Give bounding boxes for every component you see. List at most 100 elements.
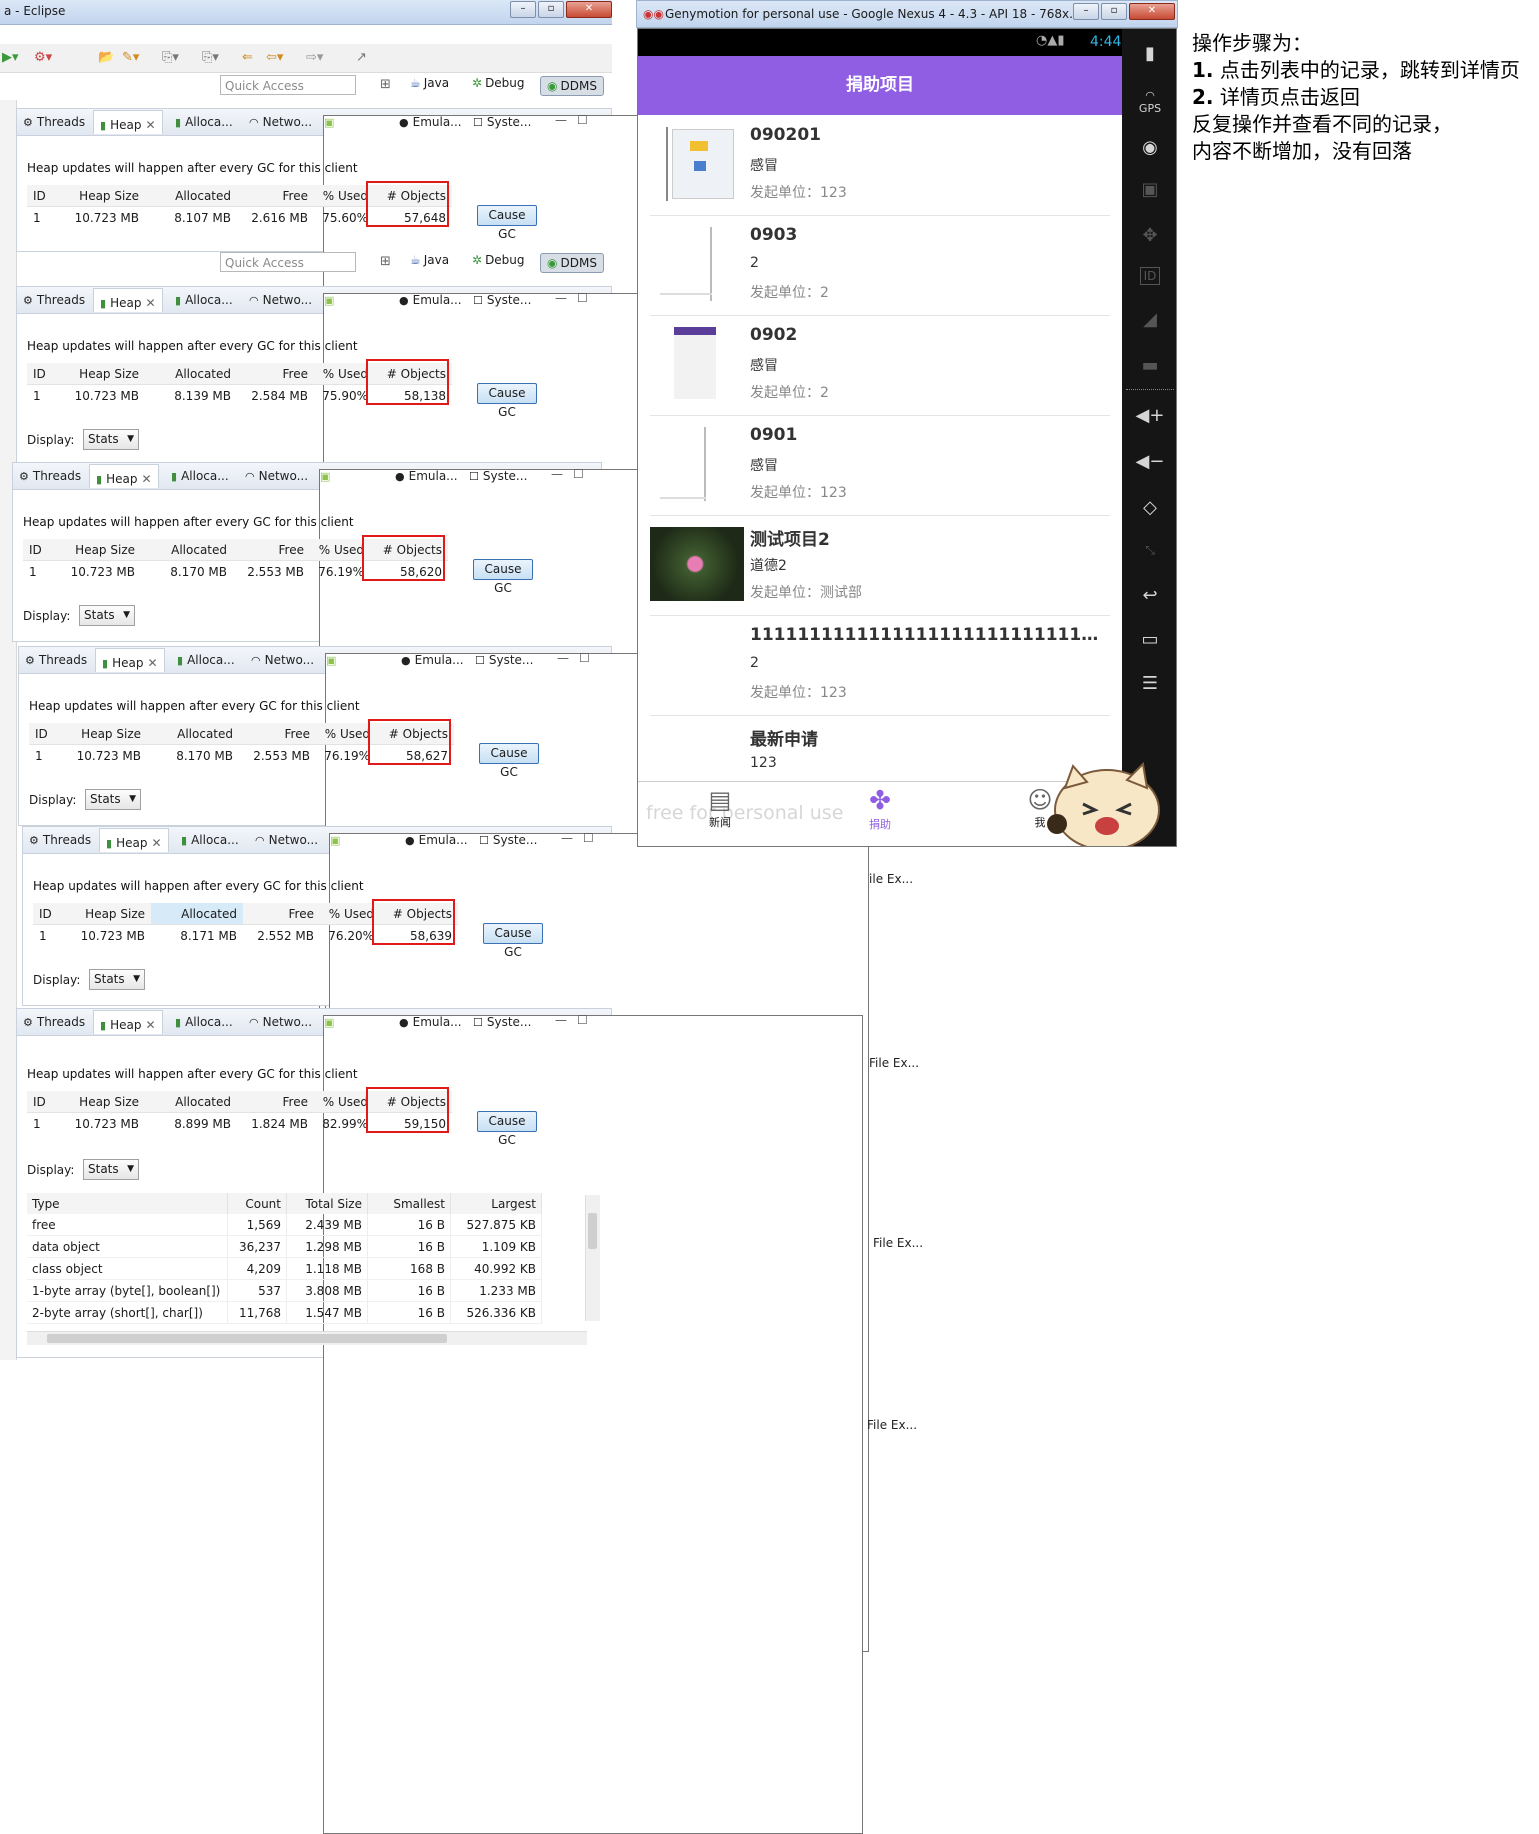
- tab-network[interactable]: ◠ Netwo...: [249, 293, 312, 307]
- tab-network[interactable]: ◠ Netwo...: [249, 115, 312, 129]
- camera-icon[interactable]: ◉: [1122, 137, 1176, 158]
- col-heap-size[interactable]: Heap Size: [69, 903, 151, 925]
- cause-gc-button[interactable]: Cause GC: [477, 1111, 537, 1147]
- table-row[interactable]: class object 4,209 1.118 MB 168 B 40.992…: [27, 1257, 542, 1280]
- col-count[interactable]: Count: [227, 1193, 287, 1214]
- tab-heap[interactable]: ▮ Heap ✕: [93, 288, 163, 312]
- tab-allocation[interactable]: ▮ Alloca...: [175, 1015, 233, 1029]
- back-icon[interactable]: ↩: [1122, 585, 1176, 606]
- table-row[interactable]: data object 36,237 1.298 MB 16 B 1.109 K…: [27, 1235, 542, 1258]
- col-largest[interactable]: Largest: [450, 1193, 542, 1214]
- device-id-icon[interactable]: ID: [1122, 267, 1176, 285]
- minimize-view-icon[interactable]: —: [557, 651, 569, 665]
- col-percent-used[interactable]: % Used: [316, 723, 376, 745]
- table-row[interactable]: free 1,569 2.439 MB 16 B 527.875 KB: [27, 1214, 542, 1236]
- list-item[interactable]: 0903 2 发起单位：2: [650, 215, 1110, 316]
- tab-file-explorer[interactable]: ▣File Ex...: [323, 1015, 917, 1834]
- minimize-button[interactable]: –: [1073, 3, 1099, 20]
- tab-heap[interactable]: ▮ Heap ✕: [89, 464, 159, 488]
- col-total-size[interactable]: Total Size: [286, 1193, 368, 1214]
- tab-emulator[interactable]: ● Emula...: [401, 653, 464, 667]
- tab-network[interactable]: ◠ Netwo...: [255, 833, 318, 847]
- minimize-view-icon[interactable]: —: [551, 467, 563, 481]
- quick-access-input[interactable]: Quick Access: [220, 75, 356, 95]
- tab-system[interactable]: ☐ Syste...: [473, 1015, 531, 1029]
- tab-system[interactable]: ☐ Syste...: [473, 293, 531, 307]
- nav-icon[interactable]: ⎘▾: [202, 50, 219, 65]
- maximize-view-icon[interactable]: ☐: [577, 1013, 588, 1027]
- tab-emulator[interactable]: ● Emula...: [399, 293, 462, 307]
- maximize-view-icon[interactable]: ☐: [579, 651, 590, 665]
- maximize-view-icon[interactable]: ☐: [577, 291, 588, 305]
- menu-icon[interactable]: ☰: [1122, 673, 1176, 694]
- sms-icon[interactable]: ▬: [1122, 355, 1176, 376]
- table-row[interactable]: 1-byte array (byte[], boolean[]) 537 3.8…: [27, 1279, 542, 1302]
- col-heap-size[interactable]: Heap Size: [59, 539, 141, 561]
- maximize-button[interactable]: ▫: [1101, 3, 1127, 20]
- open-perspective-icon[interactable]: ⊞: [380, 254, 391, 269]
- col-free[interactable]: Free: [243, 903, 320, 925]
- tab-heap[interactable]: ▮ Heap ✕: [93, 1010, 163, 1034]
- tab-emulator[interactable]: ● Emula...: [399, 115, 462, 129]
- perspective-java[interactable]: ☕ Java: [410, 76, 449, 90]
- rss-icon[interactable]: ◢: [1122, 309, 1176, 330]
- col-free[interactable]: Free: [237, 1091, 314, 1113]
- col-allocated[interactable]: Allocated: [151, 903, 243, 925]
- maximize-view-icon[interactable]: ☐: [573, 467, 584, 481]
- external-icon[interactable]: ↗: [356, 50, 367, 65]
- maximize-view-icon[interactable]: ☐: [583, 831, 594, 845]
- perspective-debug[interactable]: ✲ Debug: [472, 76, 525, 90]
- cause-gc-button[interactable]: Cause GC: [483, 923, 543, 959]
- maximize-view-icon[interactable]: ☐: [577, 113, 588, 127]
- col-free[interactable]: Free: [237, 185, 314, 207]
- tab-allocation[interactable]: ▮ Alloca...: [175, 293, 233, 307]
- col-allocated[interactable]: Allocated: [145, 363, 237, 385]
- minimize-view-icon[interactable]: —: [555, 113, 567, 127]
- tab-allocation[interactable]: ▮ Alloca...: [171, 469, 229, 483]
- tab-heap[interactable]: ▮ Heap ✕: [95, 648, 165, 672]
- col-id[interactable]: ID: [23, 539, 59, 561]
- col-heap-size[interactable]: Heap Size: [63, 185, 145, 207]
- tab-threads[interactable]: ⚙ Threads: [23, 115, 85, 129]
- cause-gc-button[interactable]: Cause GC: [477, 205, 537, 241]
- minimize-view-icon[interactable]: —: [555, 1013, 567, 1027]
- tab-threads[interactable]: ⚙ Threads: [25, 653, 87, 667]
- battery-icon[interactable]: ▮: [1122, 43, 1176, 64]
- col-id[interactable]: ID: [33, 903, 69, 925]
- col-allocated[interactable]: Allocated: [141, 539, 233, 561]
- col-percent-used[interactable]: % Used: [314, 363, 374, 385]
- tab-network[interactable]: ◠ Netwo...: [251, 653, 314, 667]
- tab-system[interactable]: ☐ Syste...: [475, 653, 533, 667]
- col-free[interactable]: Free: [233, 539, 310, 561]
- col-id[interactable]: ID: [29, 723, 65, 745]
- col-allocated[interactable]: Allocated: [147, 723, 239, 745]
- tab-threads[interactable]: ⚙ Threads: [23, 293, 85, 307]
- open-folder-icon[interactable]: 📂: [98, 50, 114, 65]
- cause-gc-button[interactable]: Cause GC: [479, 743, 539, 779]
- minimize-button[interactable]: –: [510, 1, 536, 18]
- col-id[interactable]: ID: [27, 185, 63, 207]
- col-free[interactable]: Free: [239, 723, 316, 745]
- pixel-perfect-icon[interactable]: ⤡: [1122, 543, 1176, 558]
- gps-icon[interactable]: ◠ GPS: [1122, 89, 1176, 115]
- debug-run-icon[interactable]: ⚙▾: [34, 50, 52, 65]
- close-button[interactable]: ✕: [566, 1, 612, 18]
- tab-threads[interactable]: ⚙ Threads: [23, 1015, 85, 1029]
- close-tab-icon[interactable]: ✕: [145, 296, 155, 310]
- scrollbar-thumb[interactable]: [47, 1334, 447, 1343]
- col-free[interactable]: Free: [237, 363, 314, 385]
- table-row[interactable]: 2-byte array (short[], char[]) 11,768 1.…: [27, 1301, 542, 1324]
- close-tab-icon[interactable]: ✕: [147, 656, 157, 670]
- perspective-debug[interactable]: ✲ Debug: [472, 253, 525, 267]
- list-item[interactable]: 090201 感冒 发起单位：123: [650, 115, 1110, 216]
- tab-threads[interactable]: ⚙ Threads: [19, 469, 81, 483]
- quick-access-input[interactable]: Quick Access: [220, 252, 356, 272]
- tab-heap[interactable]: ▮ Heap ✕: [99, 828, 169, 852]
- tab-system[interactable]: ☐ Syste...: [479, 833, 537, 847]
- media-icon[interactable]: ▣: [1122, 179, 1176, 200]
- col-percent-used[interactable]: % Used: [314, 185, 374, 207]
- copy-icon[interactable]: ⎘▾: [162, 50, 179, 65]
- tab-emulator[interactable]: ● Emula...: [405, 833, 468, 847]
- display-select[interactable]: Stats ▼: [83, 429, 139, 450]
- tab-emulator[interactable]: ● Emula...: [399, 1015, 462, 1029]
